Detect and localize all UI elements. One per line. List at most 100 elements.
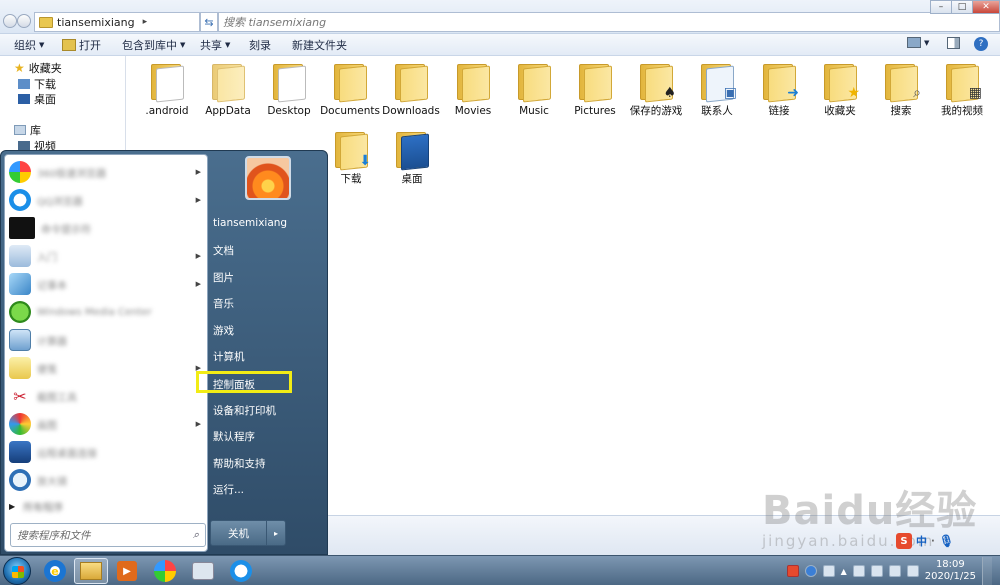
ime-mode-icon: · [931, 535, 935, 547]
taskbar-qq-browser[interactable] [224, 558, 258, 584]
new-folder-button[interactable]: 新建文件夹 [292, 37, 347, 53]
program-item[interactable]: 放大镜 [9, 467, 205, 493]
nav-libraries-label: 库 [30, 124, 41, 137]
nav-favorites[interactable]: ★ 收藏夹 [14, 60, 62, 76]
folder-item[interactable]: Downloads [380, 62, 442, 117]
start-search-input[interactable]: 搜索程序和文件 ⌕ [10, 523, 206, 547]
folder-item[interactable]: ▣ 联系人 [686, 62, 748, 117]
explorer-icon [80, 562, 102, 580]
nav-desktop-label: 桌面 [34, 93, 56, 106]
chevron-up-icon[interactable]: ▲ [841, 567, 847, 576]
chevron-down-icon: ▼ [39, 41, 45, 49]
close-button[interactable]: ✕ [972, 0, 1000, 14]
chevron-right-icon[interactable]: ▶ [196, 280, 201, 288]
address-bar[interactable]: tiansemixiang ▸ [34, 12, 200, 32]
folder-item[interactable]: ⬇ 下载 [320, 130, 382, 185]
nav-desktop[interactable]: 桌面 [18, 91, 56, 107]
program-item[interactable]: 计算器 [9, 327, 205, 353]
folder-item[interactable]: ▦ 我的视频 [931, 62, 993, 117]
show-desktop-button[interactable] [982, 557, 992, 585]
folder-item[interactable]: Desktop [258, 62, 320, 117]
chevron-right-icon[interactable]: ▶ [196, 420, 201, 428]
folder-item[interactable]: Pictures [564, 62, 626, 117]
ime-bar[interactable]: S 中 · 🎙 [896, 530, 954, 552]
nav-libraries[interactable]: 库 [14, 122, 41, 138]
start-menu: 360极速浏览器 ▶ QQ浏览器 ▶ 命令提示符 入门 ▶ 记事本 ▶ Windows … [0, 150, 328, 555]
maximize-button[interactable]: □ [951, 0, 973, 14]
folder-item[interactable]: Music [503, 62, 565, 117]
chevron-right-icon[interactable]: ▸ [143, 17, 148, 27]
search-input[interactable]: 搜索 tiansemixiang [218, 12, 1000, 32]
folder-item[interactable]: Documents [319, 62, 381, 117]
program-item[interactable]: 入门 ▶ [9, 243, 205, 269]
start-menu-documents[interactable]: 文档 [213, 243, 234, 258]
back-button[interactable] [3, 14, 17, 28]
shutdown-label: 关机 [228, 527, 249, 540]
minimize-button[interactable]: – [930, 0, 952, 14]
chevron-right-icon[interactable]: ▶ [196, 252, 201, 260]
start-menu-default-programs[interactable]: 默认程序 [213, 429, 255, 444]
folder-item[interactable]: .android [136, 62, 198, 117]
refresh-button[interactable]: ⇆ [200, 12, 218, 32]
volume-icon[interactable] [906, 565, 919, 577]
start-menu-run[interactable]: 运行... [213, 482, 244, 497]
battery-icon[interactable] [870, 565, 883, 577]
folder-item[interactable]: ⌕ 搜索 [870, 62, 932, 117]
folder-item[interactable]: ➜ 链接 [748, 62, 810, 117]
folder-item[interactable]: 桌面 [381, 130, 443, 185]
taskbar-snipping[interactable] [186, 558, 220, 584]
start-button[interactable] [3, 557, 31, 585]
help-tray-icon[interactable] [804, 565, 817, 577]
start-menu-music[interactable]: 音乐 [213, 296, 234, 311]
taskbar-ie[interactable]: e [38, 558, 72, 584]
tray-icon[interactable] [822, 565, 835, 577]
help-button[interactable]: ? [974, 37, 988, 51]
taskbar-explorer[interactable] [74, 558, 108, 584]
sogou-tray-icon[interactable] [786, 565, 799, 577]
organize-button[interactable]: 组织 ▼ [14, 37, 44, 53]
nav-download[interactable]: 下载 [18, 76, 56, 92]
taskbar-360-browser[interactable] [148, 558, 182, 584]
program-item[interactable]: QQ浏览器 ▶ [9, 187, 205, 213]
folder-item[interactable]: ★ 收藏夹 [809, 62, 871, 117]
program-item[interactable]: 便笺 ▶ [9, 355, 205, 381]
chevron-right-icon[interactable]: ▶ [196, 196, 201, 204]
network-icon[interactable] [888, 565, 901, 577]
view-options-button[interactable]: ▼ [907, 37, 929, 48]
folder-item[interactable]: Movies [442, 62, 504, 117]
open-button[interactable]: 打开 [62, 37, 101, 53]
flag-icon[interactable] [852, 565, 865, 577]
program-item[interactable]: 远程桌面连接 [9, 439, 205, 465]
burn-button[interactable]: 刻录 [249, 37, 271, 53]
program-item[interactable]: 命令提示符 [9, 215, 205, 241]
program-item[interactable]: 画图 ▶ [9, 411, 205, 437]
include-in-library-button[interactable]: 包含到库中 ▼ [122, 37, 185, 53]
program-item[interactable]: 360极速浏览器 ▶ [9, 159, 205, 185]
getting-started-icon [9, 245, 31, 267]
start-menu-programs: 360极速浏览器 ▶ QQ浏览器 ▶ 命令提示符 入门 ▶ 记事本 ▶ Windows … [4, 154, 208, 552]
shutdown-options-button[interactable]: ▸ [267, 521, 285, 545]
taskbar-media-player[interactable]: ▶ [110, 558, 144, 584]
program-item[interactable]: 记事本 ▶ [9, 271, 205, 297]
start-menu-computer[interactable]: 计算机 [213, 349, 245, 364]
start-menu-username[interactable]: tiansemixiang [213, 217, 287, 229]
system-tray: ▲ 18:09 2020/1/25 [786, 556, 1000, 585]
share-button[interactable]: 共享 ▼ [200, 37, 230, 53]
start-menu-pictures[interactable]: 图片 [213, 270, 234, 285]
clock[interactable]: 18:09 2020/1/25 [925, 559, 976, 583]
star-icon: ★ [847, 85, 860, 101]
chevron-right-icon[interactable]: ▶ [196, 168, 201, 176]
start-menu-games[interactable]: 游戏 [213, 323, 234, 338]
forward-button[interactable] [17, 14, 31, 28]
start-menu-devices-printers[interactable]: 设备和打印机 [213, 403, 276, 418]
calculator-icon [9, 329, 31, 351]
program-item[interactable]: Windows Media Center [9, 299, 205, 325]
shutdown-button[interactable]: 关机 [211, 521, 267, 545]
start-menu-help[interactable]: 帮助和支持 [213, 456, 266, 471]
folder-item[interactable]: ♠ 保存的游戏 [625, 62, 687, 117]
all-programs-button[interactable]: ▶ 所有程序 [9, 497, 205, 515]
program-item[interactable]: ✂ 截图工具 [9, 383, 205, 409]
user-avatar[interactable] [245, 156, 291, 200]
preview-pane-button[interactable] [947, 37, 960, 49]
folder-item[interactable]: AppData [197, 62, 259, 117]
